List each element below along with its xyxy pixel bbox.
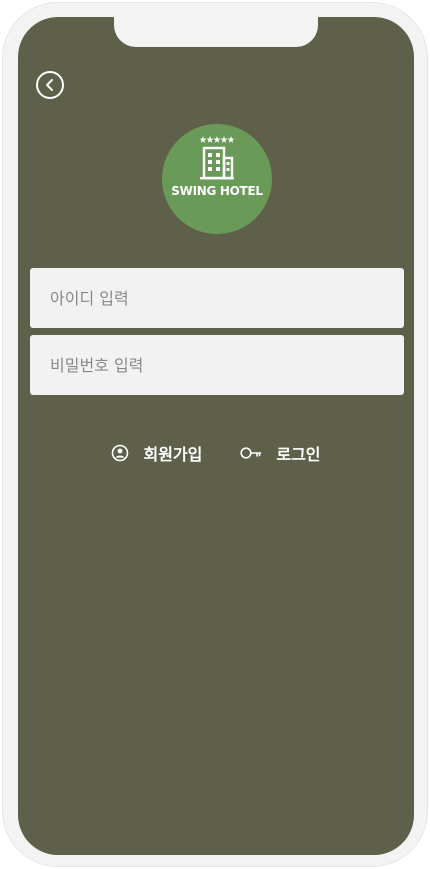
signup-button[interactable]: 회원가입 bbox=[111, 441, 202, 465]
login-label: 로그인 bbox=[276, 445, 321, 464]
phone-frame: SWING HOTEL 회원가입 bbox=[2, 2, 428, 867]
login-button[interactable]: 로그인 bbox=[240, 441, 321, 465]
password-field[interactable] bbox=[30, 335, 404, 395]
id-input[interactable] bbox=[48, 287, 386, 309]
auth-actions: 회원가입 로그인 bbox=[18, 441, 414, 465]
key-icon bbox=[240, 446, 262, 460]
rating-stars bbox=[200, 136, 234, 144]
password-input[interactable] bbox=[48, 354, 386, 376]
signup-label: 회원가입 bbox=[143, 445, 203, 464]
hotel-building-icon bbox=[200, 146, 234, 180]
hotel-logo: SWING HOTEL bbox=[162, 124, 272, 234]
app-screen: SWING HOTEL 회원가입 bbox=[18, 17, 414, 855]
back-chevron-icon bbox=[46, 79, 53, 91]
id-field[interactable] bbox=[30, 268, 404, 328]
back-button[interactable] bbox=[36, 71, 64, 99]
phone-notch bbox=[114, 17, 318, 47]
hotel-name: SWING HOTEL bbox=[171, 184, 263, 198]
star-icons bbox=[200, 136, 234, 143]
user-circle-icon bbox=[111, 444, 129, 462]
